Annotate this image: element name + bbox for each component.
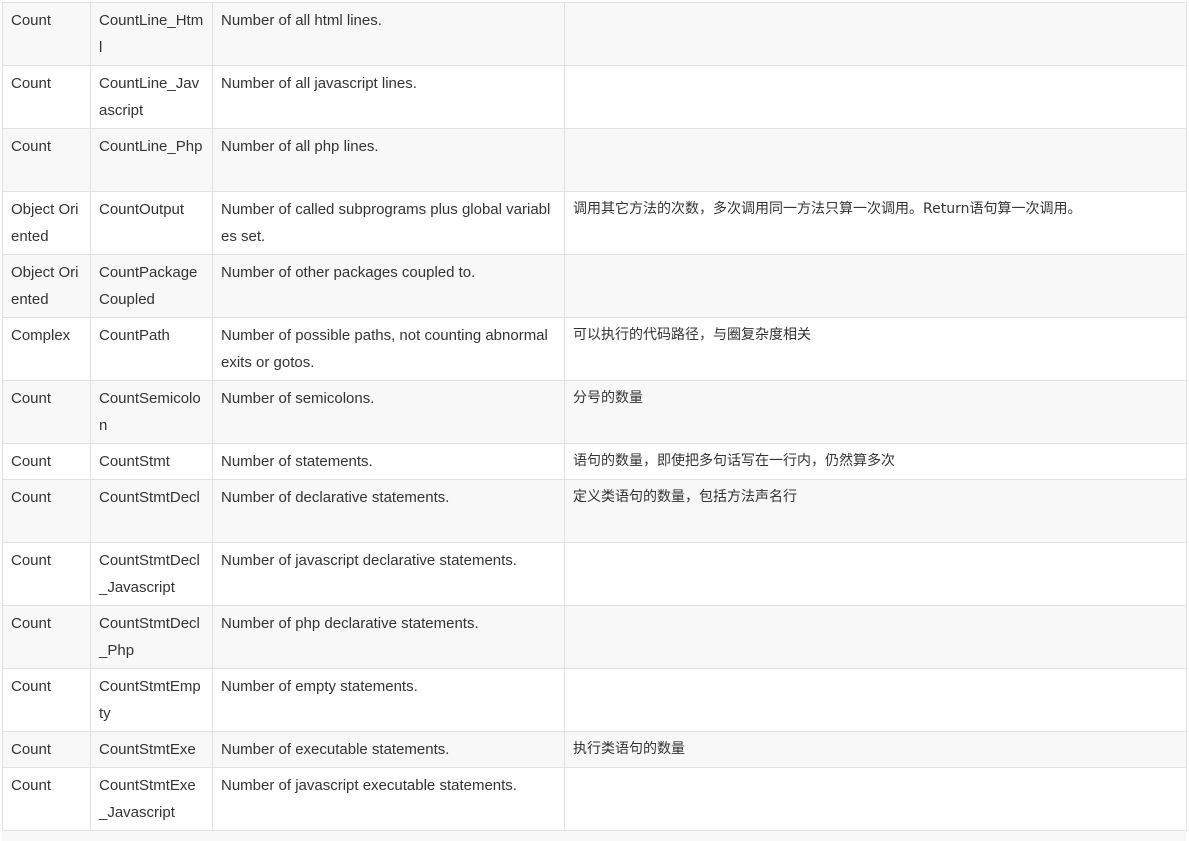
- category-cell: Count: [2, 731, 91, 768]
- metric-name-cell: CountStmtDecl_Javascript: [90, 542, 213, 606]
- metric-name-cell: CountStmt: [90, 443, 213, 480]
- table-row: Count CountStmtEmpty Number of empty sta…: [2, 668, 1187, 732]
- table-row: Count CountStmt Number of statements. 语句…: [2, 443, 1187, 480]
- note-cell: [564, 128, 1187, 192]
- description-cell: Number of declarative statements.: [212, 479, 565, 543]
- category-cell: Count: [2, 65, 91, 129]
- category-cell: Count: [2, 767, 91, 831]
- table-row: Count CountStmtExe_Javascript Number of …: [2, 767, 1187, 831]
- metric-name-cell: CountPackageCoupled: [90, 254, 213, 318]
- description-cell: Number of all php lines.: [212, 128, 565, 192]
- table-row: Object Oriented CountPackageCoupled Numb…: [2, 254, 1187, 318]
- note-cell: 执行类语句的数量: [564, 731, 1187, 768]
- category-cell: Count: [2, 128, 91, 192]
- note-cell: [564, 605, 1187, 669]
- note-cell: [564, 2, 1187, 66]
- category-cell: Object Oriented: [2, 254, 91, 318]
- table-row: Object Oriented CountOutput Number of ca…: [2, 191, 1187, 255]
- note-cell: [564, 254, 1187, 318]
- description-cell: Number of executable statements.: [212, 731, 565, 768]
- description-cell: Number of all html lines.: [212, 2, 565, 66]
- category-cell: Count: [2, 380, 91, 444]
- category-cell: Count: [2, 443, 91, 480]
- description-cell: Number of empty statements.: [212, 668, 565, 732]
- note-cell: 语句的数量，即使把多句话写在一行内，仍然算多次: [564, 443, 1187, 480]
- category-cell: Count: [2, 542, 91, 606]
- description-cell: Number of all javascript lines.: [212, 65, 565, 129]
- metric-name-cell: CountStmtExe: [90, 731, 213, 768]
- metric-name-cell: CountStmtEmpty: [90, 668, 213, 732]
- metric-name-cell: CountLine_Html: [90, 2, 213, 66]
- metrics-table-body: Count CountLine_Html Number of all html …: [2, 2, 1187, 831]
- note-cell: 可以执行的代码路径，与圈复杂度相关: [564, 317, 1187, 381]
- table-row: Count CountLine_Php Number of all php li…: [2, 128, 1187, 192]
- note-cell: 调用其它方法的次数，多次调用同一方法只算一次调用。Return语句算一次调用。: [564, 191, 1187, 255]
- note-cell: 定义类语句的数量，包括方法声名行: [564, 479, 1187, 543]
- note-cell: [564, 542, 1187, 606]
- table-row: Count CountStmtExe Number of executable …: [2, 731, 1187, 768]
- note-cell: [564, 65, 1187, 129]
- table-row: Count CountStmtDecl_Javascript Number of…: [2, 542, 1187, 606]
- metric-name-cell: CountSemicolon: [90, 380, 213, 444]
- table-row: Count CountStmtDecl Number of declarativ…: [2, 479, 1187, 543]
- description-cell: Number of statements.: [212, 443, 565, 480]
- metric-name-cell: CountLine_Php: [90, 128, 213, 192]
- table-row: Complex CountPath Number of possible pat…: [2, 317, 1187, 381]
- description-cell: Number of possible paths, not counting a…: [212, 317, 565, 381]
- metric-name-cell: CountLine_Javascript: [90, 65, 213, 129]
- metrics-table: Count CountLine_Html Number of all html …: [2, 2, 1187, 831]
- description-cell: Number of javascript executable statemen…: [212, 767, 565, 831]
- note-cell: 分号的数量: [564, 380, 1187, 444]
- table-row: Count CountLine_Html Number of all html …: [2, 2, 1187, 66]
- table-row: Count CountSemicolon Number of semicolon…: [2, 380, 1187, 444]
- metric-name-cell: CountOutput: [90, 191, 213, 255]
- category-cell: Complex: [2, 317, 91, 381]
- note-cell: [564, 668, 1187, 732]
- description-cell: Number of javascript declarative stateme…: [212, 542, 565, 606]
- metric-name-cell: CountPath: [90, 317, 213, 381]
- category-cell: Object Oriented: [2, 191, 91, 255]
- note-cell: [564, 767, 1187, 831]
- description-cell: Number of php declarative statements.: [212, 605, 565, 669]
- category-cell: Count: [2, 479, 91, 543]
- description-cell: Number of semicolons.: [212, 380, 565, 444]
- table-row: Count CountLine_Javascript Number of all…: [2, 65, 1187, 129]
- metric-name-cell: CountStmtExe_Javascript: [90, 767, 213, 831]
- table-row: Count CountStmtDecl_Php Number of php de…: [2, 605, 1187, 669]
- next-row-edge: [2, 830, 1186, 841]
- metric-name-cell: CountStmtDecl: [90, 479, 213, 543]
- metric-name-cell: CountStmtDecl_Php: [90, 605, 213, 669]
- description-cell: Number of other packages coupled to.: [212, 254, 565, 318]
- category-cell: Count: [2, 605, 91, 669]
- category-cell: Count: [2, 668, 91, 732]
- category-cell: Count: [2, 2, 91, 66]
- description-cell: Number of called subprograms plus global…: [212, 191, 565, 255]
